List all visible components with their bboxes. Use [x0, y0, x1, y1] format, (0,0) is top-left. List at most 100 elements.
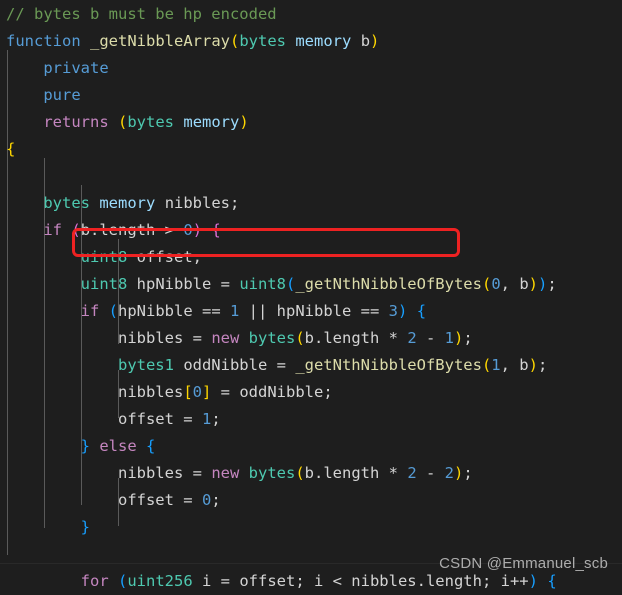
code-line[interactable]: if (b.length > 0) {	[0, 217, 622, 244]
code-token-bracket: (	[71, 221, 81, 239]
code-token-keyword: if	[43, 221, 62, 239]
code-token-bracket: )	[528, 275, 538, 293]
code-token-keyword: memory	[183, 113, 240, 131]
code-line[interactable]: offset = 0;	[0, 487, 622, 514]
code-line[interactable]: } else {	[0, 433, 622, 460]
code-token-keyword: memory	[99, 194, 156, 212]
code-line[interactable]: }	[0, 514, 622, 541]
code-token-keyword: private	[43, 59, 109, 77]
code-token-number: 3	[388, 302, 398, 320]
code-token-variable: nibbles =	[117, 464, 212, 482]
code-token-keyword: function	[6, 32, 81, 50]
code-token-bracket: {	[211, 221, 221, 239]
code-token-bracket: )	[454, 329, 464, 347]
code-token-variable: offset =	[117, 410, 202, 428]
code-token-bracket: )	[398, 302, 408, 320]
code-token-expression: hpNibble ==	[118, 302, 230, 320]
code-token-bracket: (	[118, 113, 128, 131]
code-token-bracket: {	[146, 437, 156, 455]
code-line[interactable]: returns (bytes memory)	[0, 109, 622, 136]
code-line[interactable]: {	[0, 136, 622, 163]
watermark-text: CSDN @Emmanuel_scb	[439, 555, 608, 572]
code-token-comment: // bytes b must be hp encoded	[6, 5, 277, 23]
code-token-number: 2	[407, 464, 417, 482]
code-line[interactable]: uint8 hpNibble = uint8(_getNthNibbleOfBy…	[0, 271, 622, 298]
code-token-bracket: (	[481, 356, 492, 374]
code-token-type: uint256	[127, 572, 193, 590]
code-line[interactable]: private	[0, 55, 622, 82]
code-line[interactable]: uint8 offset;	[0, 244, 622, 271]
code-token-bracket: (	[481, 275, 492, 293]
code-token-type: bytes	[248, 464, 296, 482]
code-token-expression: b.length *	[304, 329, 408, 347]
code-line[interactable]: pure	[0, 82, 622, 109]
code-token-keyword: else	[99, 437, 137, 455]
code-token-keyword: memory	[295, 32, 352, 50]
code-line[interactable]: offset = 1;	[0, 406, 622, 433]
code-token-number: 1	[201, 410, 212, 428]
code-token-keyword: returns	[43, 113, 109, 131]
code-token-bracket: }	[80, 518, 90, 536]
code-token-keyword: pure	[43, 86, 81, 104]
code-line[interactable]: nibbles = new bytes(b.length * 2 - 2);	[0, 460, 622, 487]
code-token-function-name: _getNthNibbleOfBytes	[295, 275, 482, 293]
code-line[interactable]: bytes1 oddNibble = _getNthNibbleOfBytes(…	[0, 352, 622, 379]
code-token-type: bytes	[248, 329, 296, 347]
code-token-keyword: new	[211, 464, 240, 482]
code-token-number: 2	[407, 329, 417, 347]
code-token-bracket: )	[192, 221, 203, 239]
code-token-bracket: (	[118, 572, 128, 590]
code-token-type: uint8	[80, 248, 128, 266]
code-token-number: 0	[491, 275, 501, 293]
code-token-function-name: _getNibbleArray	[90, 32, 230, 50]
code-line[interactable]: nibbles = new bytes(b.length * 2 - 1);	[0, 325, 622, 352]
code-token-type: bytes	[43, 194, 90, 212]
code-line-blank[interactable]	[0, 163, 622, 190]
code-token-param: b	[360, 32, 371, 50]
code-token-keyword: new	[211, 329, 240, 347]
code-token-expression: = oddNibble;	[211, 383, 333, 401]
code-line[interactable]: nibbles[0] = oddNibble;	[0, 379, 622, 406]
code-token-variable: offset =	[117, 491, 202, 509]
code-token-bracket: )	[454, 464, 464, 482]
code-token-bracket: )	[538, 275, 548, 293]
code-token-bracket: )	[528, 356, 538, 374]
code-token-variable: hpNibble =	[127, 275, 240, 293]
code-token-variable: nibbles;	[164, 194, 240, 212]
code-token-number: 1	[491, 356, 501, 374]
code-content[interactable]: // bytes b must be hp encoded function _…	[0, 1, 622, 595]
code-token-bracket: ]	[202, 383, 212, 401]
code-token-type: bytes	[239, 32, 286, 50]
code-token-type: uint8	[80, 275, 128, 293]
code-token-bracket: (	[285, 275, 296, 293]
code-line[interactable]: bytes memory nibbles;	[0, 190, 622, 217]
code-token-expression: hpNibble ==	[276, 302, 389, 320]
code-token-type: uint8	[239, 275, 286, 293]
code-token-expression: b.length >	[80, 221, 184, 239]
code-token-bracket: {	[416, 302, 427, 320]
code-token-variable: offset;	[127, 248, 202, 266]
code-token-variable: nibbles	[117, 383, 184, 401]
code-token-number: 0	[183, 221, 193, 239]
code-token-bracket: (	[229, 32, 240, 50]
code-token-function-name: _getNthNibbleOfBytes	[295, 356, 482, 374]
code-token-type: bytes	[127, 113, 175, 131]
code-token-number: 0	[192, 383, 202, 401]
code-token-number: 1	[444, 329, 455, 347]
code-token-bracket: )	[239, 113, 249, 131]
code-token-bracket: (	[108, 302, 119, 320]
code-token-expression: b.length *	[304, 464, 408, 482]
code-editor[interactable]: // bytes b must be hp encoded function _…	[0, 0, 622, 595]
code-token-bracket: (	[295, 464, 305, 482]
code-token-keyword: if	[80, 302, 100, 320]
code-token-number: 0	[201, 491, 212, 509]
code-token-type: bytes1	[117, 356, 174, 374]
code-token-keyword: for	[80, 572, 109, 590]
code-token-variable: nibbles =	[117, 329, 212, 347]
code-line[interactable]: function _getNibbleArray(bytes memory b)	[0, 28, 622, 55]
code-token-bracket: {	[6, 140, 16, 158]
code-line-highlighted[interactable]: if (hpNibble == 1 || hpNibble == 3) {	[0, 298, 622, 325]
code-line[interactable]: // bytes b must be hp encoded	[0, 1, 622, 28]
code-token-variable: oddNibble =	[173, 356, 296, 374]
code-token-number: 2	[444, 464, 455, 482]
